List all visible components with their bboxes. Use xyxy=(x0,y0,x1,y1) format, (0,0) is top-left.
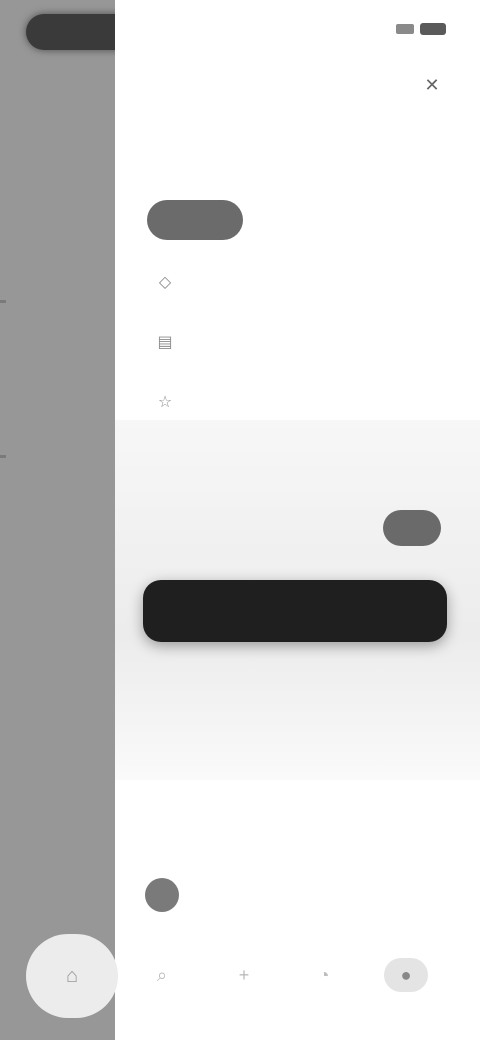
drawer-nav: ◇ ▤ ☆ xyxy=(147,200,447,444)
promo-toggle-row xyxy=(141,508,441,548)
profile-row[interactable] xyxy=(145,878,191,912)
bottom-tab-bar: ⌂ ⌕ + ◔ ● xyxy=(0,930,480,1020)
status-icons xyxy=(366,22,446,36)
app-screen: ✕ ◇ ▤ ☆ ⌂ ⌕ + ◔ ● xyxy=(0,0,480,1040)
nav-item-active[interactable] xyxy=(147,200,243,240)
avatar xyxy=(145,878,179,912)
profile-icon[interactable]: ● xyxy=(384,958,428,992)
tag-icon: ◇ xyxy=(158,274,172,291)
promo-toggle[interactable] xyxy=(383,510,441,546)
primary-action-button[interactable] xyxy=(143,580,447,642)
backdrop-marker xyxy=(0,455,6,458)
search-icon[interactable]: ⌕ xyxy=(144,960,180,990)
nav-item[interactable]: ☆ xyxy=(147,384,447,420)
nav-item[interactable]: ▤ xyxy=(147,324,447,360)
document-icon: ▤ xyxy=(157,334,173,351)
navigation-drawer: ✕ ◇ ▤ ☆ xyxy=(115,0,480,1040)
close-icon[interactable]: ✕ xyxy=(419,72,445,98)
backdrop-marker xyxy=(0,300,6,303)
star-icon: ☆ xyxy=(157,394,173,411)
bell-icon[interactable]: ◔ xyxy=(306,960,342,990)
home-icon[interactable]: ⌂ xyxy=(26,934,118,1018)
drawer-header: ✕ xyxy=(155,70,445,100)
nav-item[interactable]: ◇ xyxy=(147,264,447,300)
battery-icon xyxy=(420,23,446,35)
dimmed-backdrop[interactable] xyxy=(0,0,136,1040)
signal-icon xyxy=(396,24,414,34)
plus-icon[interactable]: + xyxy=(226,960,262,990)
